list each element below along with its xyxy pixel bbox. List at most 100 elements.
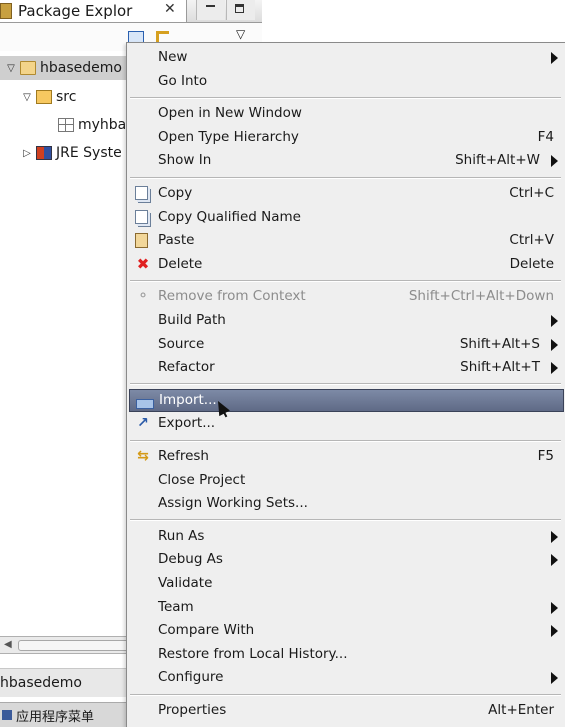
menu-item-label: Restore from Local History... xyxy=(158,645,348,662)
menu-item-shortcut: F4 xyxy=(537,128,554,145)
menu-item-run-as[interactable]: Run As xyxy=(127,525,565,548)
package-explorer-icon xyxy=(0,3,12,19)
submenu-arrow-icon xyxy=(551,530,558,543)
submenu-arrow-icon xyxy=(551,362,558,375)
menu-separator xyxy=(130,693,561,696)
menu-item-label: New xyxy=(158,49,188,65)
menu-item-open-type-hierarchy[interactable]: Open Type Hierarchy F4 xyxy=(127,126,565,149)
menu-item-build-path[interactable]: Build Path xyxy=(127,309,565,332)
maximize-button[interactable] xyxy=(226,0,255,20)
applications-menu-icon[interactable] xyxy=(2,710,12,720)
menu-item-export[interactable]: ↗ Export... xyxy=(127,412,565,435)
menu-item-open-in-new-window[interactable]: Open in New Window xyxy=(127,102,565,125)
menu-separator xyxy=(130,176,561,179)
menu-item-label: Open Type Hierarchy xyxy=(158,128,299,145)
menu-item-remove-from-context: ⚬ Remove from Context Shift+Ctrl+Alt+Down xyxy=(127,285,565,308)
menu-item-label: Delete xyxy=(158,255,203,272)
menu-item-paste[interactable]: Paste Ctrl+V xyxy=(127,229,565,252)
submenu-arrow-icon xyxy=(551,315,558,327)
tab-title: Package Explor xyxy=(18,2,133,20)
menu-item-label: Configure xyxy=(158,669,224,686)
paste-icon xyxy=(135,233,148,249)
menu-item-label: Copy xyxy=(158,185,193,201)
link-with-editor-icon[interactable] xyxy=(156,31,169,42)
menu-item-copy-qualified-name[interactable]: Copy Qualified Name xyxy=(127,206,565,229)
tree-item-label: JRE Syste xyxy=(56,145,122,161)
menu-item-compare-with[interactable]: Compare With xyxy=(127,619,565,642)
tree-item-label: src xyxy=(56,89,77,105)
menu-item-assign-working-sets[interactable]: Assign Working Sets... xyxy=(127,492,565,515)
menu-item-label: Go Into xyxy=(158,72,208,89)
menu-item-new[interactable]: New xyxy=(127,46,565,69)
menu-item-restore-from-local-history[interactable]: Restore from Local History... xyxy=(127,643,565,666)
menu-item-configure[interactable]: Configure xyxy=(127,666,565,689)
menu-separator xyxy=(130,439,561,442)
context-menu: New Go Into Open in New Window Open Type Hi… xyxy=(126,42,565,727)
menu-item-label: Compare With xyxy=(158,622,255,639)
remove-context-icon: ⚬ xyxy=(137,288,149,305)
jre-library-icon xyxy=(36,146,52,160)
menu-item-label: Assign Working Sets... xyxy=(158,495,308,512)
menu-item-label: Team xyxy=(158,598,194,615)
menu-separator xyxy=(130,96,561,99)
menu-item-shortcut: Delete xyxy=(509,255,554,272)
refresh-icon: ⇆ xyxy=(137,448,149,464)
package-icon xyxy=(58,118,74,132)
menu-item-label: Open in New Window xyxy=(158,105,302,122)
submenu-arrow-icon xyxy=(551,601,558,614)
tree-item-jre[interactable]: ▷ JRE Syste xyxy=(20,141,122,165)
copy-icon xyxy=(135,186,148,200)
minimize-button[interactable] xyxy=(196,0,225,20)
menu-item-label: Close Project xyxy=(158,471,246,488)
tree-item-label: hbasedemo xyxy=(40,60,122,76)
menu-item-label: Paste xyxy=(158,232,195,249)
submenu-arrow-icon xyxy=(551,52,558,64)
menu-item-refactor[interactable]: Refactor Shift+Alt+T xyxy=(127,356,565,379)
import-icon xyxy=(136,398,154,409)
source-folder-icon xyxy=(36,90,52,104)
menu-item-go-into[interactable]: Go Into xyxy=(127,70,565,93)
menu-item-import[interactable]: Import... xyxy=(129,388,564,412)
menu-separator xyxy=(130,519,561,522)
menu-item-label: Refactor xyxy=(158,359,215,376)
tree-item-src[interactable]: ▽ src xyxy=(20,85,76,109)
scroll-left-icon[interactable]: ◀ xyxy=(4,639,12,650)
menu-item-label: Validate xyxy=(158,575,213,591)
menu-item-refresh[interactable]: ⇆ Refresh F5 xyxy=(127,445,565,468)
menu-item-team[interactable]: Team xyxy=(127,596,565,619)
submenu-arrow-icon xyxy=(551,155,558,168)
menu-item-delete[interactable]: ✖ Delete Delete xyxy=(127,253,565,276)
collapsed-twisty-icon[interactable]: ▷ xyxy=(20,148,34,159)
view-menu-icon[interactable]: ▽ xyxy=(236,27,250,41)
view-tab-bar: Package Explor ✕ xyxy=(0,0,262,23)
close-icon[interactable]: ✕ xyxy=(164,1,176,17)
menu-item-show-in[interactable]: Show In Shift+Alt+W xyxy=(127,149,565,172)
menu-item-shortcut: Shift+Alt+W xyxy=(455,152,540,169)
menu-item-copy[interactable]: Copy Ctrl+C xyxy=(127,182,565,205)
menu-item-shortcut: Alt+Enter xyxy=(488,702,554,718)
expanded-twisty-icon[interactable]: ▽ xyxy=(4,63,18,74)
menu-item-close-project[interactable]: Close Project xyxy=(127,469,565,492)
expanded-twisty-icon[interactable]: ▽ xyxy=(20,92,34,103)
menu-item-validate[interactable]: Validate xyxy=(127,572,565,595)
menu-item-label: Show In xyxy=(158,152,212,169)
submenu-arrow-icon xyxy=(551,554,558,567)
menu-item-label: Export... xyxy=(158,415,216,432)
menu-item-shortcut: Ctrl+C xyxy=(509,185,554,201)
menu-item-label: Copy Qualified Name xyxy=(158,208,301,225)
delete-icon: ✖ xyxy=(136,254,150,273)
project-icon xyxy=(20,61,36,75)
menu-item-source[interactable]: Source Shift+Alt+S xyxy=(127,333,565,356)
tab-package-explorer[interactable]: Package Explor ✕ xyxy=(0,0,187,22)
copy-qualified-icon xyxy=(135,209,148,224)
submenu-arrow-icon xyxy=(551,672,558,685)
menu-item-properties[interactable]: Properties Alt+Enter xyxy=(127,699,565,722)
submenu-arrow-icon xyxy=(551,625,558,638)
applications-menu-button[interactable]: 应用程序菜单 xyxy=(16,706,94,725)
menu-item-label: Run As xyxy=(158,527,205,544)
status-text: hbasedemo xyxy=(0,675,82,691)
menu-item-label: Properties xyxy=(158,702,227,718)
menu-item-label: Refresh xyxy=(158,448,209,464)
tree-item-package[interactable]: myhba xyxy=(56,113,126,137)
menu-item-debug-as[interactable]: Debug As xyxy=(127,548,565,571)
